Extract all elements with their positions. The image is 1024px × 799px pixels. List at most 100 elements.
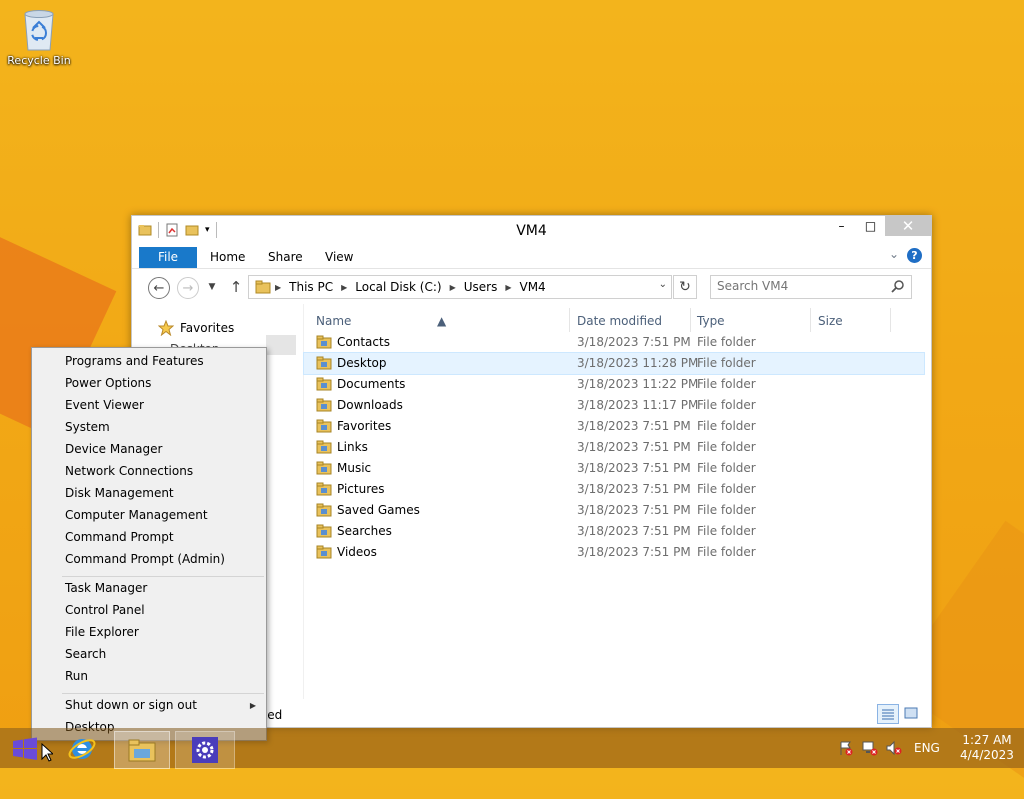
file-date-modified: 3/18/2023 7:51 PM — [577, 461, 691, 475]
breadcrumb-separator[interactable]: ▶ — [446, 283, 460, 292]
menu-item-power-options[interactable]: Power Options — [65, 376, 151, 390]
recycle-bin-label: Recycle Bin — [7, 54, 71, 67]
file-row[interactable]: Saved Games 3/18/2023 7:51 PM File folder — [304, 500, 924, 521]
details-view-icon[interactable] — [877, 704, 899, 724]
file-name: Documents — [337, 377, 406, 391]
file-name: Desktop — [337, 356, 387, 370]
file-row[interactable]: Desktop 3/18/2023 11:28 PM File folder — [303, 352, 925, 375]
search-box[interactable] — [710, 275, 912, 299]
breadcrumb-local-disk[interactable]: Local Disk (C:) — [351, 280, 445, 294]
file-row[interactable]: Favorites 3/18/2023 7:51 PM File folder — [304, 416, 924, 437]
clock[interactable]: 1:27 AM 4/4/2023 — [956, 733, 1018, 763]
menu-item-shut-down-or-sign-out[interactable]: Shut down or sign out — [65, 698, 197, 712]
taskbar-server-manager[interactable] — [175, 731, 235, 769]
nav-item-favorites[interactable]: Favorites — [158, 320, 234, 336]
menu-item-disk-management[interactable]: Disk Management — [65, 486, 174, 500]
file-date-modified: 3/18/2023 7:51 PM — [577, 545, 691, 559]
help-icon[interactable]: ? — [907, 248, 922, 263]
star-icon — [158, 320, 174, 336]
column-name[interactable]: Name — [316, 314, 351, 328]
menu-item-search[interactable]: Search — [65, 647, 106, 661]
tab-file[interactable]: File — [139, 247, 197, 268]
menu-item-computer-management[interactable]: Computer Management — [65, 508, 208, 522]
file-type: File folder — [697, 440, 756, 454]
file-row[interactable]: Pictures 3/18/2023 7:51 PM File folder — [304, 479, 924, 500]
file-name: Pictures — [337, 482, 385, 496]
submenu-arrow-icon: ▶ — [249, 701, 256, 710]
nav-item-highlight — [266, 335, 296, 355]
column-separator[interactable] — [690, 308, 691, 332]
file-row[interactable]: Contacts 3/18/2023 7:51 PM File folder — [304, 332, 924, 353]
search-input[interactable] — [717, 276, 877, 296]
language-indicator[interactable]: ENG — [914, 741, 940, 755]
tab-view[interactable]: View — [325, 247, 353, 268]
address-bar[interactable]: ▶ This PC ▶ Local Disk (C:) ▶ Users ▶ VM… — [248, 275, 672, 299]
file-row[interactable]: Searches 3/18/2023 7:51 PM File folder — [304, 521, 924, 542]
close-button[interactable]: ✕ — [885, 216, 931, 236]
column-type[interactable]: Type — [697, 314, 725, 328]
breadcrumb-vm4[interactable]: VM4 — [515, 280, 549, 294]
file-name: Music — [337, 461, 372, 475]
file-row[interactable]: Downloads 3/18/2023 11:17 PM File folder — [304, 395, 924, 416]
breadcrumb-separator[interactable]: ▶ — [337, 283, 351, 292]
forward-button[interactable]: → — [177, 277, 199, 299]
breadcrumb-users[interactable]: Users — [460, 280, 502, 294]
expand-ribbon-icon[interactable]: ⌄ — [889, 247, 899, 261]
large-icons-view-icon[interactable] — [901, 704, 921, 722]
address-dropdown-icon[interactable]: ⌄ — [659, 279, 667, 290]
file-name: Searches — [337, 524, 392, 538]
start-button[interactable] — [8, 731, 42, 767]
menu-item-programs-and-features[interactable]: Programs and Features — [65, 354, 204, 368]
column-separator[interactable] — [890, 308, 891, 332]
taskbar-file-explorer[interactable] — [114, 731, 170, 769]
breadcrumb-separator[interactable]: ▶ — [271, 283, 285, 292]
recent-locations-button[interactable]: ▼ — [202, 277, 222, 297]
file-name: Saved Games — [337, 503, 420, 517]
up-button[interactable]: ↑ — [226, 277, 246, 297]
menu-item-command-prompt-admin[interactable]: Command Prompt (Admin) — [65, 552, 225, 566]
breadcrumb-this-pc[interactable]: This PC — [285, 280, 337, 294]
menu-item-device-manager[interactable]: Device Manager — [65, 442, 162, 456]
file-type: File folder — [697, 482, 756, 496]
menu-separator — [62, 693, 264, 694]
maximize-button[interactable]: □ — [856, 216, 885, 236]
recycle-bin-shortcut[interactable]: Recycle Bin — [4, 6, 74, 67]
file-name: Favorites — [337, 419, 392, 433]
file-row[interactable]: Links 3/18/2023 7:51 PM File folder — [304, 437, 924, 458]
power-user-menu: Programs and Features Power Options Event … — [31, 347, 267, 741]
file-row[interactable]: Documents 3/18/2023 11:22 PM File folder — [304, 374, 924, 395]
refresh-button[interactable]: ↻ — [673, 275, 697, 299]
menu-item-run[interactable]: Run — [65, 669, 88, 683]
volume-muted-icon[interactable] — [886, 740, 902, 756]
menu-item-control-panel[interactable]: Control Panel — [65, 603, 145, 617]
column-separator[interactable] — [569, 308, 570, 332]
file-date-modified: 3/18/2023 7:51 PM — [577, 440, 691, 454]
tab-home[interactable]: Home — [210, 247, 245, 268]
taskbar-internet-explorer[interactable] — [62, 731, 102, 767]
action-center-flag-icon[interactable] — [838, 740, 854, 756]
breadcrumb-separator[interactable]: ▶ — [501, 283, 515, 292]
title-bar: ▾ VM4 – □ ✕ — [132, 216, 931, 244]
back-button[interactable]: ← — [148, 277, 170, 299]
menu-item-command-prompt[interactable]: Command Prompt — [65, 530, 174, 544]
file-row[interactable]: Music 3/18/2023 7:51 PM File folder — [304, 458, 924, 479]
file-explorer-icon — [128, 739, 156, 762]
column-separator[interactable] — [810, 308, 811, 332]
file-list: ▲ Name Date modified Type Size Contacts 3… — [303, 304, 925, 563]
column-date-modified[interactable]: Date modified — [577, 314, 662, 328]
column-size[interactable]: Size — [818, 314, 843, 328]
minimize-button[interactable]: – — [827, 216, 856, 236]
menu-item-task-manager[interactable]: Task Manager — [65, 581, 147, 595]
internet-explorer-icon — [68, 739, 96, 759]
menu-item-file-explorer[interactable]: File Explorer — [65, 625, 139, 639]
search-icon[interactable] — [891, 279, 905, 293]
file-date-modified: 3/18/2023 7:51 PM — [577, 482, 691, 496]
menu-item-event-viewer[interactable]: Event Viewer — [65, 398, 144, 412]
file-row[interactable]: Videos 3/18/2023 7:51 PM File folder — [304, 542, 924, 563]
tab-share[interactable]: Share — [268, 247, 303, 268]
menu-item-network-connections[interactable]: Network Connections — [65, 464, 193, 478]
network-icon[interactable] — [862, 740, 878, 756]
window-controls: – □ ✕ — [827, 216, 931, 236]
videos-folder-icon — [316, 545, 332, 559]
menu-item-system[interactable]: System — [65, 420, 110, 434]
